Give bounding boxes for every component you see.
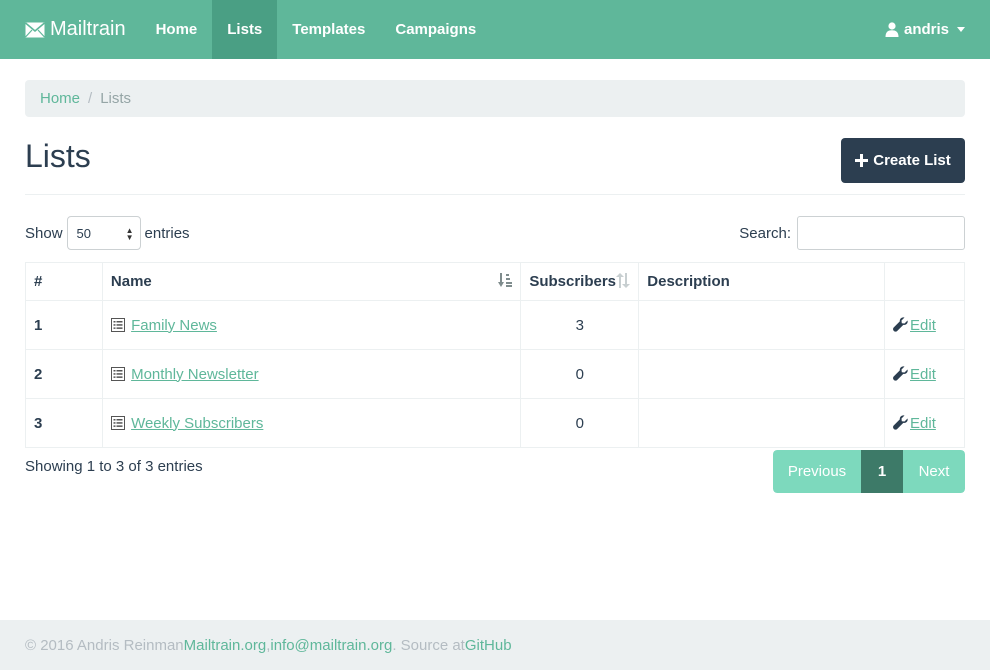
nav-lists[interactable]: Lists	[212, 0, 278, 59]
header-divider	[25, 194, 965, 195]
footer-copyright: © 2016 Andris Reinman	[25, 636, 184, 654]
column-header-description[interactable]: Description	[638, 262, 886, 301]
select-arrows-icon: ▲ ▼	[125, 226, 134, 242]
wrench-icon	[893, 365, 908, 381]
pagination: Previous 1 Next	[773, 450, 965, 493]
row-subscribers: 3	[520, 300, 640, 350]
table-header-row: # Name Subscribers Description	[25, 262, 965, 301]
list-name-link[interactable]: Monthly Newsletter	[131, 366, 259, 383]
brand-name: Mailtrain	[50, 18, 126, 40]
entries-select[interactable]: 50 ▲ ▼	[66, 216, 141, 250]
row-action-cell: Edit	[884, 349, 965, 399]
row-number: 2	[25, 349, 103, 399]
breadcrumb-separator: /	[88, 90, 93, 107]
show-label: Show	[25, 224, 63, 242]
row-action-cell: Edit	[884, 300, 965, 350]
footer-site-link[interactable]: Mailtrain.org	[184, 637, 267, 654]
row-name-cell: Family News	[101, 300, 522, 350]
brand-link[interactable]: Mailtrain	[25, 0, 126, 59]
column-header-actions	[884, 262, 965, 301]
row-subscribers: 0	[520, 398, 640, 448]
nav-templates[interactable]: Templates	[277, 0, 380, 59]
column-header-subscribers-label: Subscribers	[529, 272, 617, 290]
footer-source-text: . Source at	[392, 636, 465, 654]
row-name-cell: Weekly Subscribers	[101, 398, 522, 448]
entries-label: entries	[144, 224, 190, 242]
list-icon	[110, 317, 125, 332]
breadcrumb-home[interactable]: Home	[40, 90, 80, 107]
entries-length-control: Show 50 ▲ ▼ entries	[25, 216, 190, 250]
plus-icon	[855, 154, 869, 167]
row-name-cell: Monthly Newsletter	[101, 349, 522, 399]
user-name: andris	[903, 21, 949, 38]
create-list-label: Create List	[873, 152, 951, 169]
caret-down-icon	[957, 27, 965, 32]
pagination-previous[interactable]: Previous	[773, 450, 861, 493]
table-row: 1 Family News 3 Edit	[25, 300, 965, 350]
page-title: Lists	[25, 138, 91, 174]
footer-email-link[interactable]: info@mailtrain.org	[270, 637, 392, 654]
page-footer: © 2016 Andris Reinman Mailtrain.org, inf…	[0, 620, 990, 670]
list-icon	[110, 415, 125, 430]
row-number: 3	[25, 398, 103, 448]
list-icon	[110, 366, 125, 381]
row-subscribers: 0	[520, 349, 640, 399]
row-number: 1	[25, 300, 103, 350]
column-header-name-label: Name	[110, 273, 152, 290]
footer-github-link[interactable]: GitHub	[465, 637, 512, 654]
table-info: Showing 1 to 3 of 3 entries	[25, 458, 203, 475]
breadcrumb: Home / Lists	[25, 80, 965, 117]
wrench-icon	[893, 316, 908, 332]
search-label: Search:	[739, 224, 791, 242]
breadcrumb-current: Lists	[100, 90, 132, 107]
entries-select-value: 50	[76, 225, 91, 241]
sort-both-icon	[616, 272, 631, 291]
envelope-icon	[25, 21, 45, 37]
column-header-number[interactable]: #	[25, 262, 103, 301]
row-description	[638, 349, 886, 399]
create-list-button[interactable]: Create List	[841, 138, 965, 183]
user-icon	[885, 22, 899, 37]
row-action-cell: Edit	[884, 398, 965, 448]
edit-link[interactable]: Edit	[910, 415, 936, 432]
list-name-link[interactable]: Weekly Subscribers	[131, 415, 263, 432]
row-description	[638, 398, 886, 448]
table-row: 2 Monthly Newsletter 0 Edit	[25, 349, 965, 399]
nav-home[interactable]: Home	[141, 0, 213, 59]
search-control: Search:	[739, 216, 965, 250]
pagination-page-1[interactable]: 1	[861, 450, 903, 493]
user-menu[interactable]: andris	[885, 0, 965, 59]
nav-campaigns[interactable]: Campaigns	[380, 0, 491, 59]
navbar: Mailtrain Home Lists Templates Campaigns…	[0, 0, 990, 59]
pagination-next[interactable]: Next	[903, 450, 965, 493]
lists-table: # Name Subscribers Description 1 Family …	[25, 262, 965, 448]
wrench-icon	[893, 414, 908, 430]
column-header-name[interactable]: Name	[101, 262, 522, 301]
sort-ascending-icon	[498, 273, 513, 290]
row-description	[638, 300, 886, 350]
edit-link[interactable]: Edit	[910, 366, 936, 383]
column-header-subscribers[interactable]: Subscribers	[520, 262, 640, 301]
table-row: 3 Weekly Subscribers 0 Edit	[25, 398, 965, 448]
edit-link[interactable]: Edit	[910, 317, 936, 334]
search-input[interactable]	[797, 216, 965, 250]
list-name-link[interactable]: Family News	[131, 317, 217, 334]
